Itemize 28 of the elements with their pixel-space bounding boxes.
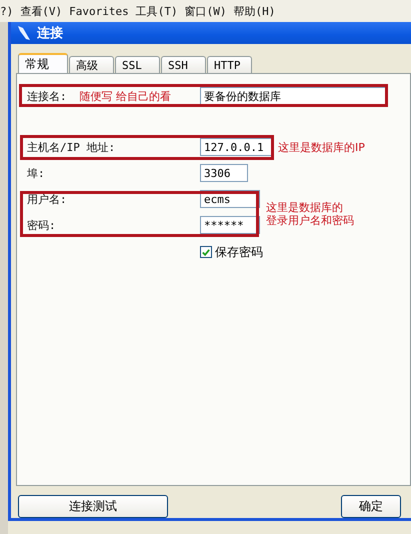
menu-item[interactable]: 查看(V) <box>20 4 62 18</box>
tab[interactable]: SSH <box>161 56 206 73</box>
menu-item[interactable]: ?) <box>0 4 14 18</box>
field-label: 密码: <box>27 218 56 232</box>
checkbox[interactable] <box>200 246 212 258</box>
annotation-text: 随便写 给自己的看 <box>80 88 172 104</box>
input-field[interactable]: 要备份的数据库 <box>200 87 386 105</box>
annotation-text: 这里是数据库的IP <box>278 140 365 154</box>
ok-button[interactable]: 确定 <box>341 495 401 518</box>
input-field[interactable]: 127.0.0.1 <box>200 138 272 156</box>
input-field[interactable]: 3306 <box>200 164 248 182</box>
field-label: 用户名: <box>27 192 67 206</box>
input-field[interactable]: ****** <box>200 216 260 234</box>
menu-item[interactable]: 帮助(H) <box>233 4 276 18</box>
field-label: 主机名/IP 地址: <box>27 140 116 154</box>
menu-item[interactable]: 工具(T) <box>136 4 178 18</box>
field-label: 连接名: <box>27 88 67 104</box>
tab[interactable]: 常规 <box>18 53 68 73</box>
test-connection-button[interactable]: 连接测试 <box>18 495 168 518</box>
menu-item[interactable]: 窗口(W) <box>184 4 226 18</box>
annotation-text: 这里是数据库的 登录用户名和密码 <box>266 201 354 227</box>
field-label: 埠: <box>27 166 45 180</box>
window-title: 连接 <box>37 24 63 42</box>
tab[interactable]: 高级 <box>69 56 114 73</box>
tab[interactable]: HTTP <box>207 56 252 73</box>
tab[interactable]: SSL <box>115 56 160 73</box>
checkbox-label: 保存密码 <box>215 244 263 260</box>
menu-item[interactable]: Favorites <box>69 4 129 18</box>
